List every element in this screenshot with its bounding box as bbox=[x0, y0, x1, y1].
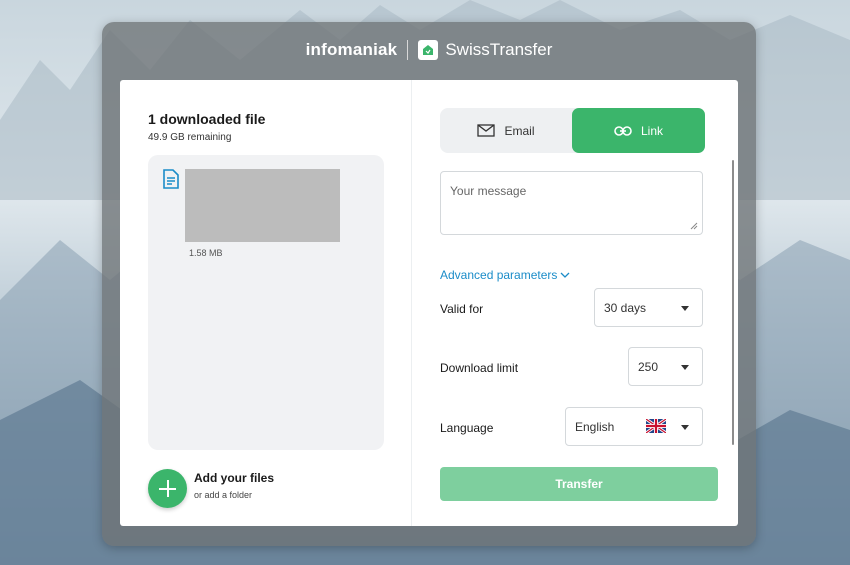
language-select[interactable]: English bbox=[565, 407, 703, 446]
tab-email-label: Email bbox=[504, 123, 535, 138]
uk-flag-icon bbox=[646, 419, 666, 433]
storage-remaining: 49.9 GB remaining bbox=[148, 132, 232, 143]
tab-email[interactable]: Email bbox=[440, 108, 572, 153]
swisstransfer-wordmark: SwissTransfer bbox=[445, 40, 553, 59]
settings-scrollbar[interactable] bbox=[732, 160, 734, 445]
transfer-card: infomaniak SwissTransfer 1 downloaded fi… bbox=[102, 22, 756, 546]
infomaniak-logo: infomaniak bbox=[305, 40, 398, 59]
valid-for-value: 30 days bbox=[604, 301, 647, 315]
valid-for-label: Valid for bbox=[440, 302, 484, 316]
add-folder-label[interactable]: or add a folder bbox=[194, 490, 252, 500]
language-label: Language bbox=[440, 421, 494, 435]
send-mode-toggle: Email Link bbox=[440, 108, 705, 153]
brand-header: infomaniak SwissTransfer bbox=[102, 22, 756, 78]
files-title: 1 downloaded file bbox=[148, 111, 266, 127]
chevron-down-icon bbox=[560, 272, 570, 278]
file-size: 1.58 MB bbox=[189, 248, 223, 258]
document-icon bbox=[162, 169, 179, 194]
caret-down-icon bbox=[681, 306, 689, 311]
caret-down-icon bbox=[681, 425, 689, 430]
file-list-area[interactable]: 1.58 MB bbox=[148, 155, 384, 450]
transfer-button[interactable]: Transfer bbox=[440, 467, 718, 501]
valid-for-select[interactable]: 30 days bbox=[594, 288, 703, 327]
language-value: English bbox=[575, 420, 615, 434]
message-placeholder: Your message bbox=[450, 184, 527, 198]
column-divider bbox=[411, 80, 412, 526]
message-textarea[interactable]: Your message bbox=[440, 171, 703, 235]
tab-link[interactable]: Link bbox=[572, 108, 705, 153]
advanced-parameters-toggle[interactable]: Advanced parameters bbox=[440, 268, 570, 282]
download-limit-label: Download limit bbox=[440, 361, 519, 375]
download-limit-value: 250 bbox=[638, 360, 659, 374]
envelope-icon bbox=[477, 124, 496, 137]
caret-down-icon bbox=[681, 365, 689, 370]
add-files-button[interactable] bbox=[148, 469, 187, 508]
add-files-label[interactable]: Add your files bbox=[194, 471, 274, 485]
swisstransfer-logo-icon bbox=[418, 40, 439, 60]
download-limit-select[interactable]: 250 bbox=[628, 347, 703, 386]
transfer-panel: 1 downloaded file 49.9 GB remaining 1.58… bbox=[120, 80, 738, 526]
resize-handle-icon[interactable] bbox=[690, 222, 698, 230]
advanced-parameters-label: Advanced parameters bbox=[440, 268, 558, 282]
file-thumbnail[interactable] bbox=[185, 169, 340, 242]
link-icon bbox=[614, 125, 632, 136]
brand-divider bbox=[407, 40, 409, 60]
tab-link-label: Link bbox=[640, 123, 663, 138]
